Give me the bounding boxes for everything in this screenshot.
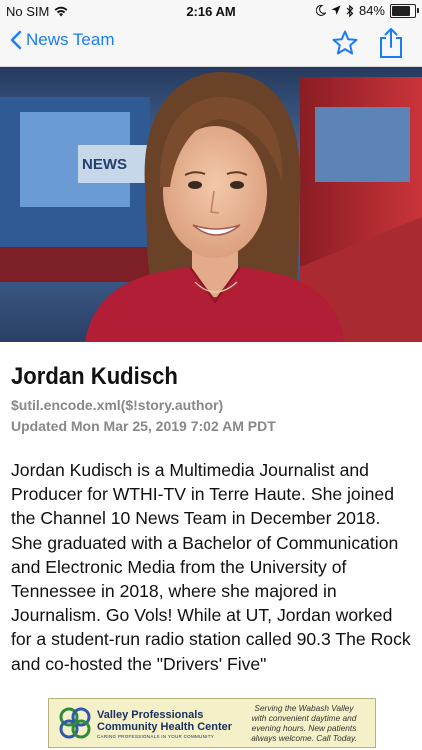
ad-tagline: CARING PROFESSIONALS IN YOUR COMMUNITY: [97, 734, 215, 739]
article-updated-time: Updated Mon Mar 25, 2019 7:02 AM PDT: [11, 418, 276, 434]
ad-logo-icon: [59, 707, 91, 739]
ad-description: Serving the Wabash Valley with convenien…: [251, 703, 357, 743]
back-label: News Team: [26, 30, 115, 49]
status-bar: No SIM 2:16 AM 84%: [0, 0, 422, 22]
ad-title: Valley Professionals Community Health Ce…: [97, 709, 233, 733]
article-body: Jordan Kudisch is a Multimedia Journalis…: [11, 460, 411, 674]
status-right: 84%: [315, 3, 419, 18]
favorite-button[interactable]: [331, 29, 359, 62]
moon-icon: [315, 5, 326, 16]
article-title: Jordan Kudisch: [11, 363, 178, 390]
news-logo-text: NEWS: [82, 156, 127, 173]
advertisement-banner[interactable]: Valley Professionals Community Health Ce…: [0, 696, 422, 750]
battery-level: [392, 5, 411, 16]
back-button[interactable]: News Team: [10, 30, 115, 50]
navigation-bar: News Team: [0, 22, 422, 67]
battery-icon: [390, 3, 419, 18]
chevron-left-icon: [10, 30, 22, 50]
location-icon: [331, 5, 341, 15]
profile-photo-illustration: NEWS: [0, 67, 422, 342]
share-icon: [380, 28, 402, 58]
bluetooth-icon: [346, 4, 354, 17]
profile-photo: NEWS: [0, 67, 422, 342]
ad-content[interactable]: Valley Professionals Community Health Ce…: [48, 698, 376, 748]
article-author: $util.encode.xml($!story.author): [11, 397, 224, 413]
share-button[interactable]: [378, 27, 404, 64]
battery-percent: 84%: [358, 3, 385, 18]
star-icon: [332, 30, 358, 55]
